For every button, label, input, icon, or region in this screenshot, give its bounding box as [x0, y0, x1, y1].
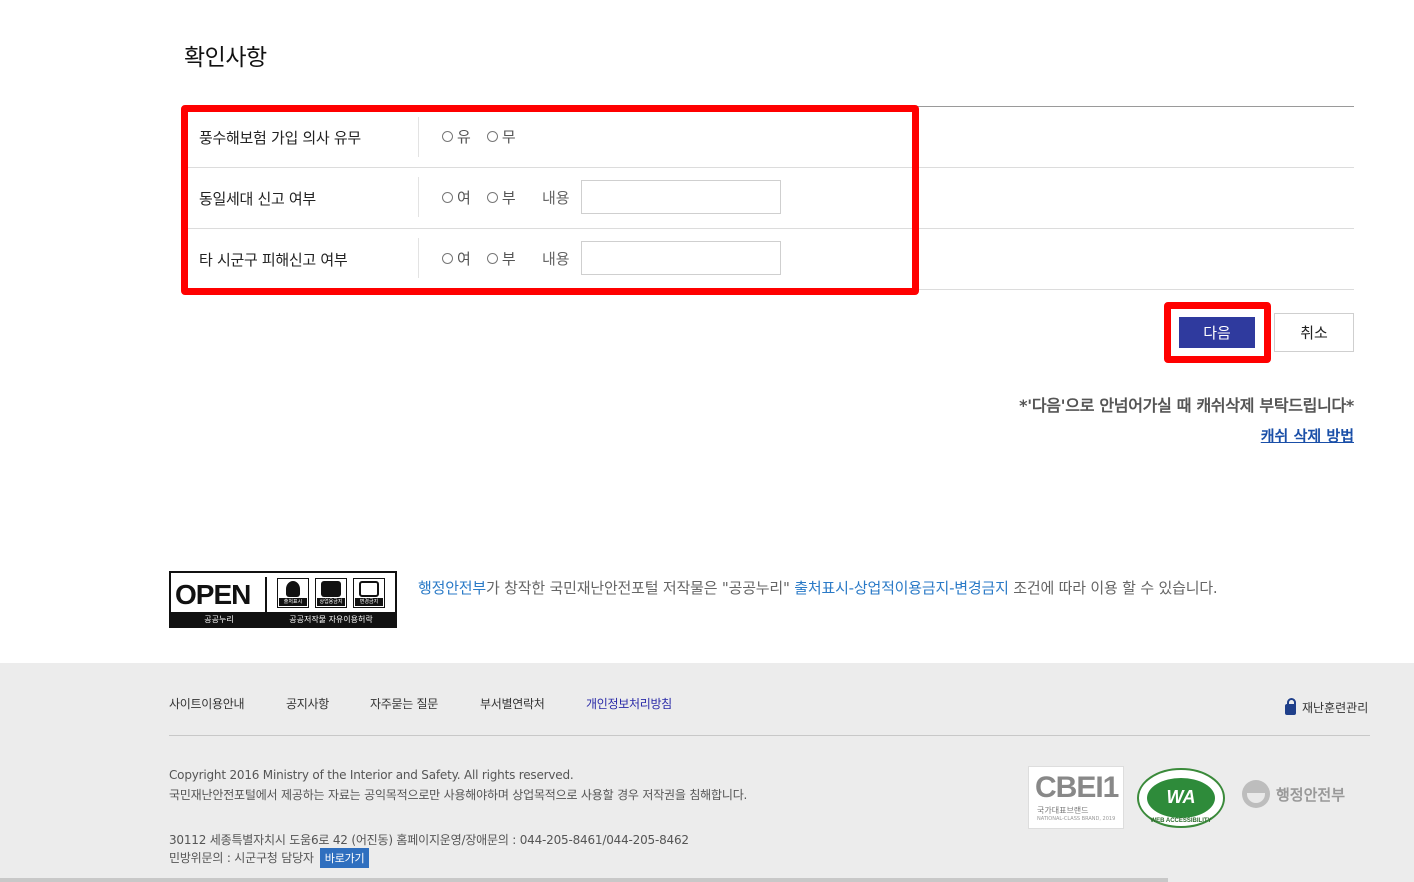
- attribution-icon: 출처표시: [277, 578, 309, 608]
- radio-group-same-household: 여 부: [442, 187, 532, 208]
- radio-label: 여: [457, 189, 471, 207]
- radio-yes[interactable]: [442, 131, 453, 142]
- ministry-logo: 행정안전부: [1242, 780, 1345, 808]
- kogl-open-logo: OPEN: [175, 579, 251, 610]
- radio-group-insurance: 유 무: [442, 126, 532, 147]
- kogl-caption-bar: 공공누리 공공저작물 자유이용허락: [171, 612, 395, 626]
- other-region-content-input[interactable]: [581, 241, 781, 275]
- license-text-mid: 가 창작한 국민재난안전포털 저작물은 "공공누리": [486, 579, 795, 597]
- column-divider: [418, 117, 419, 157]
- complaint-info: 민방위문의 : 시군구청 담당자 바로가기: [169, 848, 370, 868]
- radio-no[interactable]: [486, 253, 498, 264]
- next-button[interactable]: 다음: [1179, 317, 1255, 348]
- kogl-license-badge: OPEN 출처표시 상업용금지 변경금지 공공누리 공공저작물 자유이용허락: [169, 571, 397, 628]
- row-label-insurance: 풍수해보험 가입 의사 유무: [199, 129, 361, 147]
- license-statement: 행정안전부가 창작한 국민재난안전포털 저작물은 "공공누리" 출처표시-상업적…: [418, 577, 1218, 598]
- cache-notice: *'다음'으로 안넘어가실 때 캐쉬삭제 부탁드립니다*: [1019, 396, 1354, 415]
- disaster-training-label: 재난훈련관리: [1302, 701, 1369, 715]
- radio-label: 유: [457, 128, 471, 146]
- radio-label: 여: [457, 250, 471, 268]
- web-accessibility-mark-icon: WA WEB ACCESSIBILITY: [1137, 768, 1225, 828]
- content-label: 내용: [542, 250, 570, 268]
- column-divider: [418, 238, 419, 278]
- radio-label: 부: [501, 250, 516, 268]
- row-label-other-region: 타 시군구 피해신고 여부: [199, 251, 348, 269]
- disaster-training-link[interactable]: 재난훈련관리: [1285, 698, 1369, 716]
- copyright: Copyright 2016 Ministry of the Interior …: [169, 768, 574, 782]
- horizontal-scrollbar[interactable]: [0, 878, 1168, 882]
- cancel-button[interactable]: 취소: [1274, 313, 1354, 352]
- license-type-link[interactable]: 출처표시-상업적이용금지-변경금지: [794, 579, 1009, 597]
- radio-label: 부: [501, 189, 516, 207]
- license-org-link[interactable]: 행정안전부: [418, 579, 486, 597]
- cache-delete-link[interactable]: 캐쉬 삭제 방법: [1261, 425, 1354, 446]
- table-top-border: [184, 106, 1354, 107]
- kogl-left-caption: 공공누리: [204, 614, 234, 624]
- cbei-logo-text: CBEI1: [1035, 771, 1119, 804]
- svg-text:WEB ACCESSIBILITY: WEB ACCESSIBILITY: [1150, 818, 1211, 824]
- footer-link-notice[interactable]: 공지사항: [286, 695, 329, 712]
- divider: [265, 577, 267, 613]
- license-text-end: 조건에 따라 이용 할 수 있습니다.: [1008, 579, 1218, 597]
- page-title: 확인사항: [184, 45, 267, 71]
- row-label-same-household: 동일세대 신고 여부: [199, 190, 316, 208]
- footer-link-contacts[interactable]: 부서별연락처: [480, 695, 545, 712]
- noncommercial-icon: 상업용금지: [315, 578, 347, 608]
- address: 30112 세종특별자치시 도움6로 42 (어진동) 홈페이지운영/장애문의 …: [169, 833, 689, 847]
- radio-label: 무: [501, 128, 516, 146]
- footer-link-site-guide[interactable]: 사이트이용안내: [169, 695, 244, 712]
- cbei-caption: NATIONAL-CLASS BRAND, 2019: [1037, 816, 1116, 822]
- radio-group-other-region: 여 부: [442, 248, 532, 269]
- disclaimer: 국민재난안전포털에서 제공하는 자료는 공익목적으로만 사용해야하며 상업목적으…: [169, 788, 748, 802]
- footer-link-faq[interactable]: 자주묻는 질문: [370, 695, 438, 712]
- kogl-right-caption: 공공저작물 자유이용허락: [289, 614, 373, 624]
- radio-yes[interactable]: [442, 192, 453, 203]
- ministry-emblem-icon: [1242, 780, 1270, 808]
- cbei-subtitle: 국가대표브랜드: [1037, 806, 1089, 815]
- row-divider: [184, 228, 1354, 229]
- radio-no[interactable]: [486, 131, 498, 142]
- no-derivatives-icon: 변경금지: [353, 578, 385, 608]
- complaint-label: 민방위문의 : 시군구청 담당자: [169, 851, 314, 865]
- radio-yes[interactable]: [442, 253, 453, 264]
- lock-icon: [1285, 698, 1296, 715]
- radio-no[interactable]: [486, 192, 498, 203]
- svg-text:WA: WA: [1167, 787, 1196, 807]
- cbei-award-logo: CBEI1 국가대표브랜드 NATIONAL-CLASS BRAND, 2019: [1028, 766, 1124, 829]
- row-divider: [184, 167, 1354, 168]
- same-household-content-input[interactable]: [581, 180, 781, 214]
- footer-link-privacy[interactable]: 개인정보처리방침: [586, 695, 672, 712]
- row-divider: [184, 289, 1354, 290]
- shortcut-button[interactable]: 바로가기: [319, 848, 370, 868]
- content-label: 내용: [542, 189, 570, 207]
- ministry-name: 행정안전부: [1276, 785, 1346, 804]
- footer-divider: [169, 735, 1370, 736]
- column-divider: [418, 177, 419, 217]
